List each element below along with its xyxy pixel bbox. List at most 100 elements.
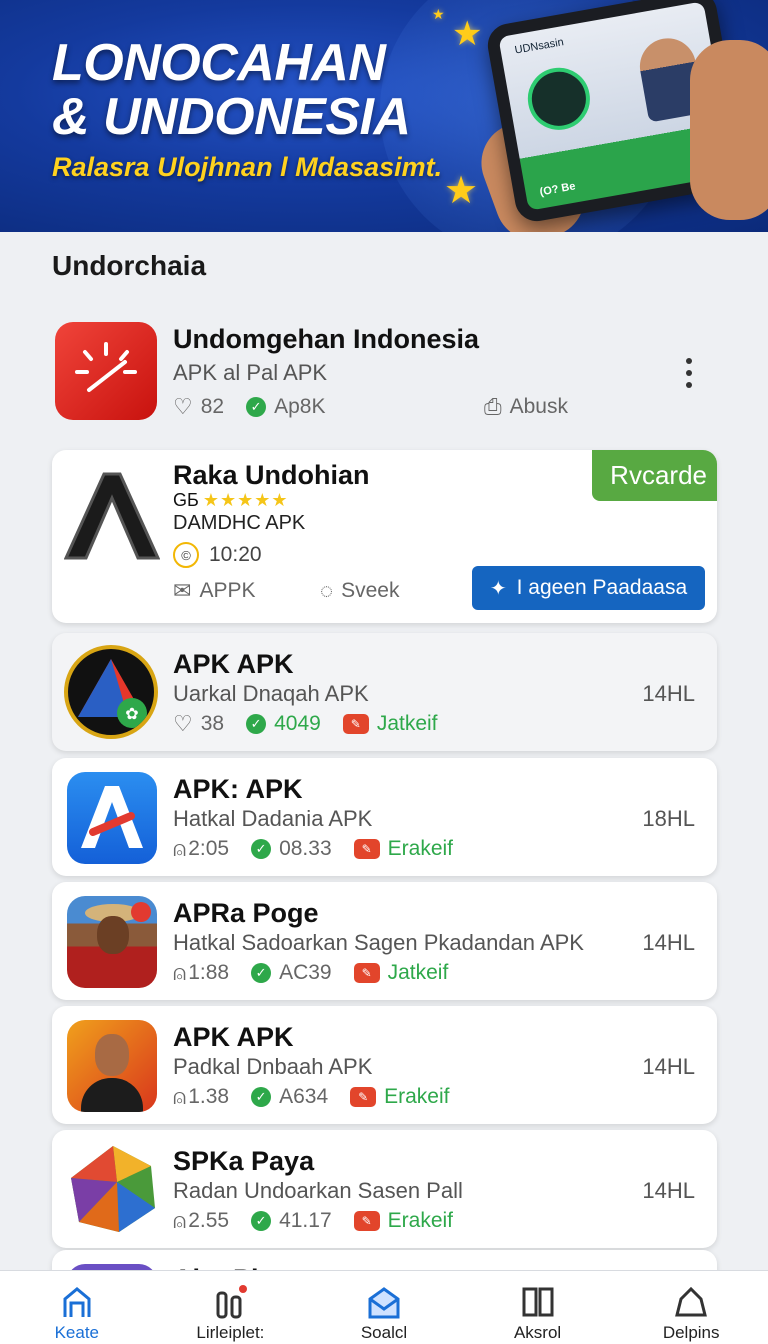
envelope-icon: ✉: [173, 578, 192, 603]
app-name: SPKa Paya: [173, 1146, 315, 1176]
star-icon: ★: [444, 170, 479, 212]
app-subtitle: APK al Pal APK: [173, 360, 328, 385]
home-icon: [63, 1287, 91, 1317]
app-meta: ⍝ 2:05 ✓ 08.33 ✎ Erakeif: [173, 836, 475, 862]
stat-value: A634: [279, 1085, 329, 1108]
stat-value: 1:88: [188, 961, 230, 984]
tag-label: Erakeif: [387, 1209, 453, 1232]
portrait-icon: [67, 1020, 157, 1112]
chart-icon: [216, 1285, 248, 1319]
download-stat: Ap8K: [274, 395, 326, 418]
app-name: APK: APK: [173, 774, 303, 804]
time-value: 10:20: [209, 543, 262, 566]
app-row[interactable]: APRa Poge Hatkal Sadoarkan Sagen Pkadand…: [52, 882, 717, 1000]
app-row[interactable]: APK: APK Hatkal Dadania APK ⍝ 2:05 ✓ 08.33…: [52, 758, 717, 876]
banner-title: LONOCAHAN & UNDONESIA: [52, 34, 411, 146]
nav-label: Delpins: [662, 1323, 720, 1342]
chat-icon: ◌: [320, 578, 334, 603]
stat-value: 38: [200, 712, 225, 735]
nav-item-delpins[interactable]: Delpins: [614, 1271, 768, 1344]
install-button[interactable]: ✦ I ageen Paadaasa: [472, 566, 705, 610]
tag-icon: ✎: [353, 1211, 380, 1231]
nav-item-soalcl[interactable]: Soalcl: [307, 1271, 461, 1344]
app-name: Undomgehan Indonesia: [173, 324, 480, 354]
share-icon: ⎙: [484, 394, 502, 419]
nav-item-lirleiplet[interactable]: Lirleiplet:: [154, 1271, 308, 1344]
tag-label: Erakeif: [387, 837, 453, 860]
app-row[interactable]: APK APK Padkal Dnbaah APK ⍝ 1.38 ✓ A634 ✎ E…: [52, 1006, 717, 1124]
button-label: I ageen Paadaasa: [516, 576, 688, 599]
a-logo-icon: [67, 772, 157, 864]
nav-label: Soalcl: [360, 1323, 408, 1342]
stat-value: 41.17: [279, 1209, 332, 1232]
tag-label: Jatkeif: [387, 961, 449, 984]
time-row: © 10:20: [173, 542, 262, 568]
appk-link[interactable]: ✉ APPK: [173, 578, 255, 604]
abusk-action[interactable]: ⎙ Abusk: [484, 394, 568, 420]
app-subtitle: Hatkal Dadania APK: [173, 806, 373, 831]
app-size: 14HL: [642, 681, 695, 706]
app-size: 14HL: [642, 1178, 695, 1203]
app-meta: ⍝ 2.55 ✓ 41.17 ✎ Erakeif: [173, 1208, 475, 1234]
nav-label: Lirleiplet:: [196, 1323, 265, 1342]
hero-banner[interactable]: ★ ★ ★ ★ ★ LONOCAHAN & UNDONESIA Ralasra …: [0, 0, 768, 232]
link-label: Sveek: [341, 579, 400, 602]
tag-label: Jatkeif: [376, 712, 438, 735]
bird-icon: ✦: [489, 577, 507, 600]
app-size: 14HL: [642, 930, 695, 955]
status-badge: Rvcarde: [592, 450, 717, 501]
app-size: 14HL: [642, 1054, 695, 1079]
clock-icon: ©: [173, 542, 199, 568]
check-icon: ✓: [246, 714, 267, 734]
app-meta: ⍝ 1:88 ✓ AC39 ✎ Jatkeif: [173, 960, 470, 986]
check-icon: ✓: [251, 1087, 272, 1107]
app-meta: ♡ 82 ✓ Ap8K: [173, 394, 347, 420]
bottom-navigation: Keate Lirleiplet: Soalcl Aksrol Delpins: [0, 1270, 768, 1344]
tag-label: Erakeif: [384, 1085, 450, 1108]
letter-a-icon: [64, 468, 160, 564]
more-options-icon[interactable]: [684, 358, 694, 388]
sveek-link[interactable]: ◌ Sveek: [320, 578, 399, 604]
nav-item-keate[interactable]: Keate: [0, 1271, 154, 1344]
app-name: APK APK: [173, 649, 294, 679]
nav-label: Aksrol: [513, 1323, 562, 1342]
home-outline-icon: [675, 1286, 708, 1317]
highlight-app-card[interactable]: Raka Undohian GБ ★★★★★ DAMDHC APK © 10:2…: [52, 450, 717, 623]
banner-subtitle: Ralasra Ulojhnan l Mdasasimt.: [52, 152, 443, 182]
app-subtitle: Hatkal Sadoarkan Sagen Pkadandan APK: [173, 930, 584, 955]
triangle-badge-icon: ✿: [64, 645, 158, 739]
timer-icon: [55, 322, 157, 420]
action-label: Abusk: [509, 395, 568, 418]
check-icon: ✓: [251, 1211, 272, 1231]
app-row[interactable]: ✿ APK APK Uarkal Dnaqah APK ♡ 38 ✓ 4049 ✎ J…: [52, 633, 717, 751]
rating-prefix: GБ: [173, 490, 199, 510]
app-meta: ⍝ 1.38 ✓ A634 ✎ Erakeif: [173, 1084, 471, 1110]
app-row[interactable]: SPKa Paya Radan Undoarkan Sasen Pall ⍝ 2.…: [52, 1130, 717, 1248]
star-icon: ★: [432, 6, 445, 22]
tablet-screen-text: UDNsasin: [513, 36, 565, 57]
app-subtitle: Uarkal Dnaqah APK: [173, 681, 369, 706]
svg-text:✿: ✿: [125, 704, 138, 723]
app-subtitle: Radan Undoarkan Sasen Pall: [173, 1178, 463, 1203]
link-label: APPK: [199, 579, 256, 602]
polyhedron-icon: [67, 1142, 159, 1236]
stat-value: 2.55: [188, 1209, 230, 1232]
star-icon: ★: [452, 15, 483, 53]
rating-row: GБ ★★★★★: [173, 490, 289, 511]
thumb-icon: ⍝: [173, 836, 187, 861]
nav-item-aksrol[interactable]: Aksrol: [461, 1271, 615, 1344]
check-icon: ✓: [251, 963, 272, 983]
check-icon: ✓: [251, 839, 272, 859]
thumb-icon: ⍝: [173, 960, 187, 985]
book-icon: [522, 1287, 554, 1317]
section-title: Undorchaia: [52, 250, 207, 281]
stat-value: AC39: [279, 961, 332, 984]
tag-icon: ✎: [353, 839, 380, 859]
stat-value: 08.33: [279, 837, 332, 860]
featured-app-row[interactable]: Undomgehan Indonesia APK al Pal APK ♡ 82 …: [52, 318, 717, 428]
tag-icon: ✎: [353, 963, 380, 983]
thumb-icon: ⍝: [173, 1208, 187, 1233]
mail-icon: [368, 1287, 400, 1319]
app-size: 18HL: [642, 806, 695, 831]
thumb-icon: ⍝: [173, 1084, 187, 1109]
